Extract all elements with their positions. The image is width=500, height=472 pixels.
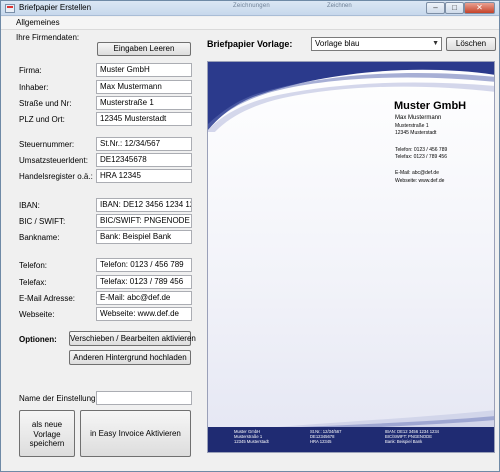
field-input-umsatzsteuerldent[interactable]: DE12345678 bbox=[96, 153, 192, 167]
save-template-line-3: speichern bbox=[29, 439, 65, 448]
window-title: Briefpapier Erstellen bbox=[19, 3, 92, 12]
preview-footer-col-1: Muster GmbH Musterstraße 1 12345 Musters… bbox=[234, 429, 269, 444]
preview-owner: Max Mustermann bbox=[395, 115, 442, 121]
field-label-firma: Firma: bbox=[19, 66, 42, 75]
save-template-button[interactable]: als neue Vorlage speichern bbox=[19, 410, 75, 457]
title-bar: Briefpapier Erstellen Zeichnungen Zeichn… bbox=[1, 1, 499, 16]
menu-item-allgemeines[interactable]: Allgemeines bbox=[16, 18, 60, 27]
menu-bar: Allgemeines bbox=[1, 17, 499, 30]
maximize-button[interactable]: □ bbox=[445, 2, 464, 14]
field-input-straße-und-nr[interactable]: Musterstraße 1 bbox=[96, 96, 192, 110]
preview-city: 12345 Musterstadt bbox=[395, 130, 437, 136]
activate-easy-invoice-button[interactable]: in Easy Invoice Aktivieren bbox=[80, 410, 191, 457]
app-icon bbox=[5, 4, 15, 13]
field-label-umsatzsteuerldent: Umsatzsteuerldent: bbox=[19, 156, 88, 165]
field-label-telefon: Telefon: bbox=[19, 261, 48, 270]
preview-email: E-Mail: abc@def.de bbox=[395, 170, 439, 176]
footer-col2-line: HRA 12345 bbox=[310, 439, 332, 444]
close-button[interactable]: ✕ bbox=[464, 2, 495, 14]
footer-col3-line: Bank: Beispiel Bank bbox=[385, 439, 423, 444]
field-input-telefon[interactable]: Telefon: 0123 / 456 789 bbox=[96, 258, 192, 272]
save-template-line-1: als neue bbox=[31, 420, 63, 429]
company-data-heading: Ihre Firmendaten: bbox=[16, 33, 80, 42]
chevron-down-icon: ▼ bbox=[432, 40, 439, 47]
setting-name-field[interactable] bbox=[96, 391, 192, 405]
footer-col1-line: 12345 Musterstadt bbox=[234, 439, 269, 444]
preview-company: Muster GmbH bbox=[394, 100, 467, 112]
field-label-plz-und-ort: PLZ und Ort: bbox=[19, 115, 65, 124]
field-input-handelsregister-o-ä[interactable]: HRA 12345 bbox=[96, 169, 192, 183]
template-select-value: Vorlage blau bbox=[315, 39, 360, 48]
field-input-firma[interactable]: Muster GmbH bbox=[96, 63, 192, 77]
footer-wave-graphic bbox=[208, 410, 494, 452]
setting-name-label: Name der Einstellung: bbox=[19, 394, 98, 403]
preview-fax: Telefax: 0123 / 789 456 bbox=[395, 154, 447, 160]
letterhead-preview: Muster GmbH Max Mustermann Musterstraße … bbox=[207, 61, 495, 453]
template-select[interactable]: Vorlage blau ▼ bbox=[311, 37, 442, 51]
field-input-bic-swift[interactable]: BIC/SWIFT: PNGENODE bbox=[96, 214, 192, 228]
field-label-webseite: Webseite: bbox=[19, 310, 55, 319]
preview-street: Musterstraße 1 bbox=[395, 123, 429, 129]
delete-template-button[interactable]: Löschen bbox=[446, 37, 496, 51]
background-window-label: Zeichnen bbox=[327, 3, 352, 9]
field-input-bankname[interactable]: Bank: Beispiel Bank bbox=[96, 230, 192, 244]
header-wave-graphic bbox=[208, 62, 494, 132]
field-input-iban[interactable]: IBAN: DE12 3456 1234 1234 bbox=[96, 198, 192, 212]
preview-footer-col-2: St.Nr.: 12/34/567 DE12345678 HRA 12345 bbox=[310, 429, 341, 444]
background-window-title: Zeichnungen bbox=[233, 3, 270, 9]
field-label-telefax: Telefax: bbox=[19, 278, 47, 287]
field-input-telefax[interactable]: Telefax: 0123 / 789 456 bbox=[96, 275, 192, 289]
main-window: Briefpapier Erstellen Zeichnungen Zeichn… bbox=[0, 0, 500, 472]
field-label-steuernummer: Steuernummer: bbox=[19, 140, 75, 149]
field-label-straße-und-nr: Straße und Nr: bbox=[19, 99, 72, 108]
minimize-button[interactable]: – bbox=[426, 2, 445, 14]
move-edit-button[interactable]: Verschieben / Bearbeiten aktivieren bbox=[69, 331, 196, 346]
preview-footer-col-3: IBAN: DE12 3456 1234 1234 BIC/SWIFT: PNG… bbox=[385, 429, 439, 444]
upload-background-button[interactable]: Anderen Hintergrund hochladen bbox=[69, 350, 191, 365]
save-template-line-2: Vorlage bbox=[33, 429, 61, 439]
field-input-inhaber[interactable]: Max Mustermann bbox=[96, 80, 192, 94]
field-label-e-mail-adresse: E-Mail Adresse: bbox=[19, 294, 76, 303]
options-label: Optionen: bbox=[19, 335, 57, 344]
field-label-inhaber: Inhaber: bbox=[19, 83, 49, 92]
preview-phone: Telefon: 0123 / 456 789 bbox=[395, 147, 448, 153]
field-input-webseite[interactable]: Webseite: www.def.de bbox=[96, 307, 192, 321]
field-label-bic-swift: BIC / SWIFT: bbox=[19, 217, 66, 226]
template-label: Briefpapier Vorlage: bbox=[207, 39, 293, 49]
field-label-handelsregister-o-ä: Handelsregister o.ä.: bbox=[19, 172, 93, 181]
clear-inputs-button[interactable]: Eingaben Leeren bbox=[97, 42, 191, 56]
preview-web: Webseite: www.def.de bbox=[395, 178, 445, 184]
field-input-e-mail-adresse[interactable]: E-Mail: abc@def.de bbox=[96, 291, 192, 305]
field-input-plz-und-ort[interactable]: 12345 Musterstadt bbox=[96, 112, 192, 126]
field-input-steuernummer[interactable]: St.Nr.: 12/34/567 bbox=[96, 137, 192, 151]
field-label-bankname: Bankname: bbox=[19, 233, 60, 242]
field-label-iban: IBAN: bbox=[19, 201, 40, 210]
